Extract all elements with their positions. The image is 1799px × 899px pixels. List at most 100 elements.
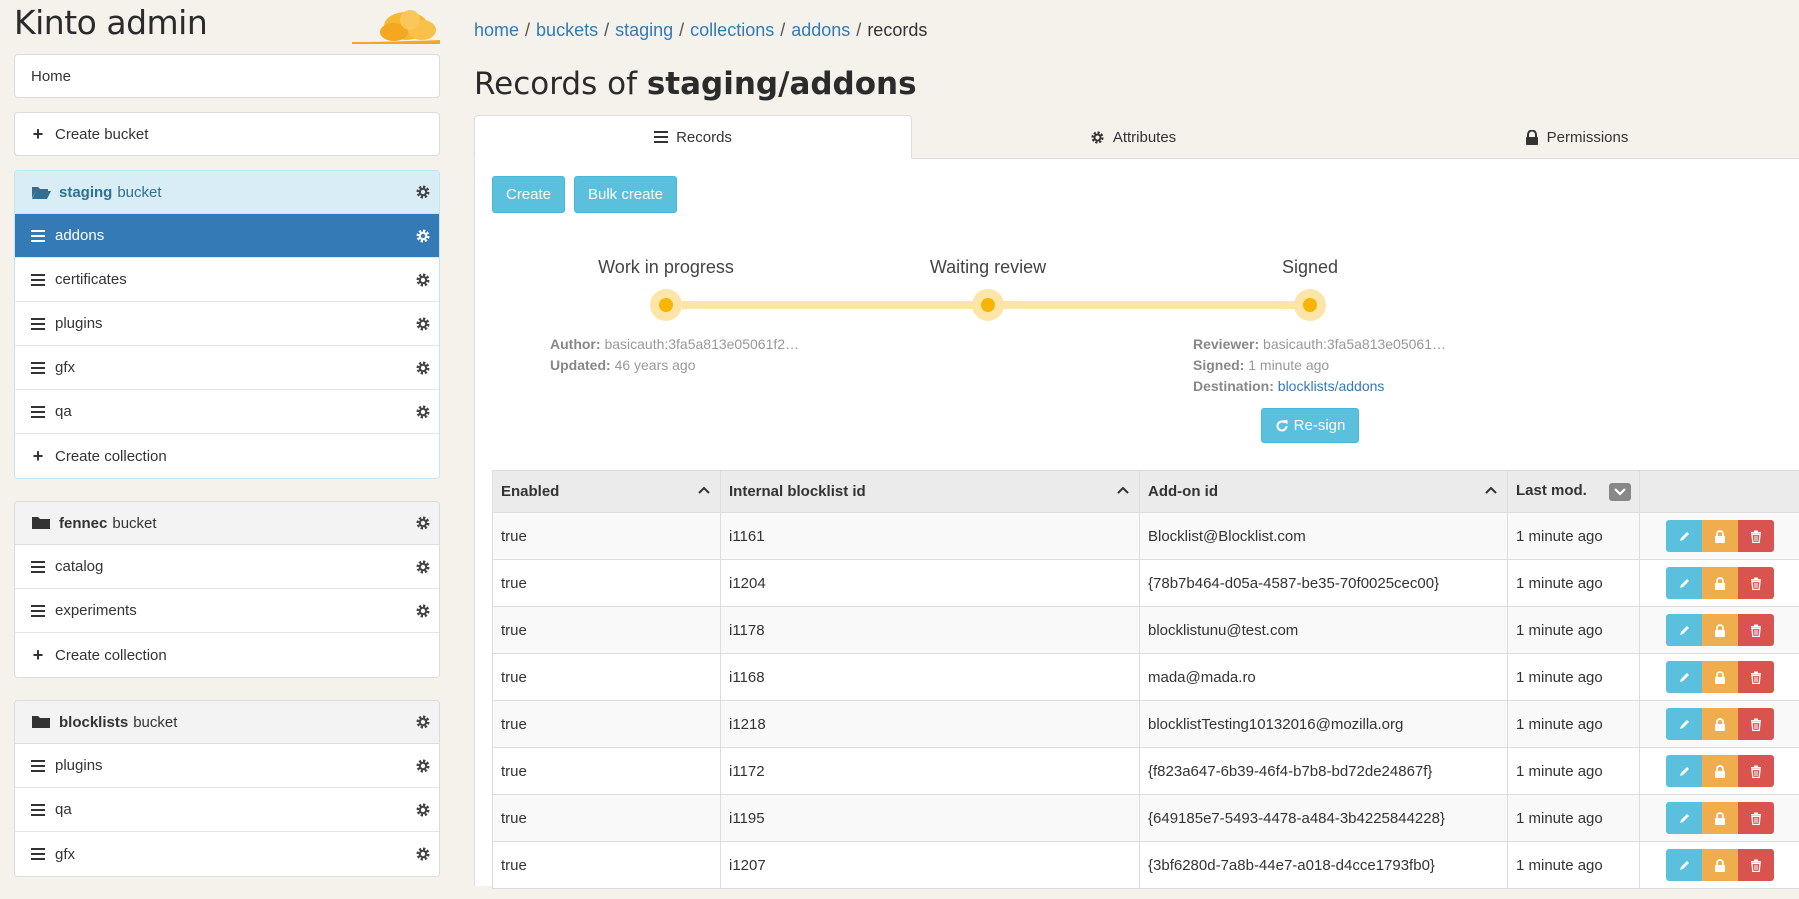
breadcrumb-separator: / [525, 20, 530, 40]
sort-asc-icon[interactable] [1485, 486, 1497, 494]
collection-item-plugins[interactable]: plugins [15, 744, 439, 788]
bucket-header-blocklists[interactable]: blocklists bucket [15, 701, 439, 744]
delete-button[interactable] [1738, 567, 1774, 599]
folder-icon [31, 715, 51, 729]
edit-button[interactable] [1666, 802, 1702, 834]
edit-button[interactable] [1666, 755, 1702, 787]
gear-icon[interactable] [415, 802, 431, 818]
delete-button[interactable] [1738, 755, 1774, 787]
gear-icon[interactable] [415, 603, 431, 619]
home-link[interactable]: Home [14, 54, 440, 98]
signed-value: 1 minute ago [1248, 357, 1329, 373]
column-header-enabled[interactable]: Enabled [493, 471, 721, 513]
column-header-internal-id[interactable]: Internal blocklist id [721, 471, 1140, 513]
delete-button[interactable] [1738, 520, 1774, 552]
row-actions [1666, 614, 1793, 646]
create-collection-link[interactable]: + Create collection [15, 633, 439, 677]
column-header-last-mod[interactable]: Last mod. [1508, 471, 1640, 513]
collection-item-plugins[interactable]: plugins [15, 302, 439, 346]
delete-button[interactable] [1738, 708, 1774, 740]
gear-icon[interactable] [415, 515, 431, 531]
create-collection-label: Create collection [55, 647, 167, 664]
list-icon [654, 131, 668, 143]
gear-icon[interactable] [415, 404, 431, 420]
cell-last-mod: 1 minute ago [1508, 607, 1640, 654]
permissions-button[interactable] [1702, 708, 1738, 740]
step-dot [972, 289, 1004, 321]
gear-icon[interactable] [415, 559, 431, 575]
bucket-header-fennec[interactable]: fennec bucket [15, 502, 439, 545]
pencil-icon [1678, 577, 1691, 590]
collection-item-qa[interactable]: qa [15, 390, 439, 434]
page-title: Records of staging/addons [474, 66, 917, 102]
create-button[interactable]: Create [492, 176, 565, 213]
breadcrumb-collections[interactable]: collections [690, 20, 774, 40]
gear-icon[interactable] [415, 272, 431, 288]
create-collection-label: Create collection [55, 448, 167, 465]
delete-button[interactable] [1738, 802, 1774, 834]
cell-enabled: true [493, 701, 721, 748]
collection-item-catalog[interactable]: catalog [15, 545, 439, 589]
create-bucket-label: Create bucket [55, 126, 148, 143]
sort-asc-icon[interactable] [698, 486, 710, 494]
edit-button[interactable] [1666, 567, 1702, 599]
cell-actions [1640, 842, 1799, 889]
gear-icon[interactable] [415, 228, 431, 244]
cell-addon-id: {3bf6280d-7a8b-44e7-a018-d4cce1793fb0} [1140, 842, 1508, 889]
gear-icon[interactable] [415, 184, 431, 200]
breadcrumb-separator: / [604, 20, 609, 40]
delete-button[interactable] [1738, 849, 1774, 881]
breadcrumb-staging[interactable]: staging [615, 20, 673, 40]
cell-actions [1640, 748, 1799, 795]
permissions-button[interactable] [1702, 567, 1738, 599]
breadcrumb-addons[interactable]: addons [791, 20, 850, 40]
destination-link[interactable]: blocklists/addons [1278, 378, 1385, 394]
collection-item-gfx[interactable]: gfx [15, 832, 439, 876]
delete-button[interactable] [1738, 661, 1774, 693]
gear-icon[interactable] [415, 758, 431, 774]
gear-icon[interactable] [415, 360, 431, 376]
edit-button[interactable] [1666, 520, 1702, 552]
cell-last-mod: 1 minute ago [1508, 701, 1640, 748]
collection-item-gfx[interactable]: gfx [15, 346, 439, 390]
gear-icon[interactable] [415, 714, 431, 730]
permissions-button[interactable] [1702, 755, 1738, 787]
permissions-button[interactable] [1702, 849, 1738, 881]
cell-last-mod: 1 minute ago [1508, 842, 1640, 889]
collection-item-qa[interactable]: qa [15, 788, 439, 832]
step-signed: Signed [1282, 257, 1338, 278]
cell-addon-id: {f823a647-6b39-46f4-b7b8-bd72de24867f} [1140, 748, 1508, 795]
permissions-button[interactable] [1702, 614, 1738, 646]
edit-button[interactable] [1666, 708, 1702, 740]
delete-button[interactable] [1738, 614, 1774, 646]
edit-button[interactable] [1666, 849, 1702, 881]
breadcrumb-home[interactable]: home [474, 20, 519, 40]
permissions-button[interactable] [1702, 661, 1738, 693]
collection-item-addons[interactable]: addons [15, 214, 439, 258]
gear-icon[interactable] [415, 316, 431, 332]
tab-records[interactable]: Records [474, 115, 912, 159]
collection-item-experiments[interactable]: experiments [15, 589, 439, 633]
tab-attributes[interactable]: Attributes [912, 115, 1354, 159]
lock-icon [1714, 859, 1726, 872]
sort-asc-icon[interactable] [1117, 486, 1129, 494]
permissions-button[interactable] [1702, 802, 1738, 834]
create-bucket-link[interactable]: + Create bucket [14, 112, 440, 156]
sort-desc-button[interactable] [1609, 483, 1631, 501]
bucket-header-staging[interactable]: staging bucket [15, 171, 439, 214]
bucket-suffix: bucket [133, 714, 177, 731]
edit-button[interactable] [1666, 614, 1702, 646]
column-header-addon-id[interactable]: Add-on id [1140, 471, 1508, 513]
step-dot [650, 289, 682, 321]
collection-item-certificates[interactable]: certificates [15, 258, 439, 302]
gear-icon[interactable] [415, 846, 431, 862]
create-collection-link[interactable]: + Create collection [15, 434, 439, 478]
tab-permissions[interactable]: Permissions [1354, 115, 1799, 159]
bulk-create-button[interactable]: Bulk create [574, 176, 677, 213]
breadcrumb-buckets[interactable]: buckets [536, 20, 598, 40]
permissions-button[interactable] [1702, 520, 1738, 552]
resign-button[interactable]: Re-sign [1261, 408, 1359, 443]
list-icon [31, 605, 45, 617]
edit-button[interactable] [1666, 661, 1702, 693]
pencil-icon [1678, 812, 1691, 825]
